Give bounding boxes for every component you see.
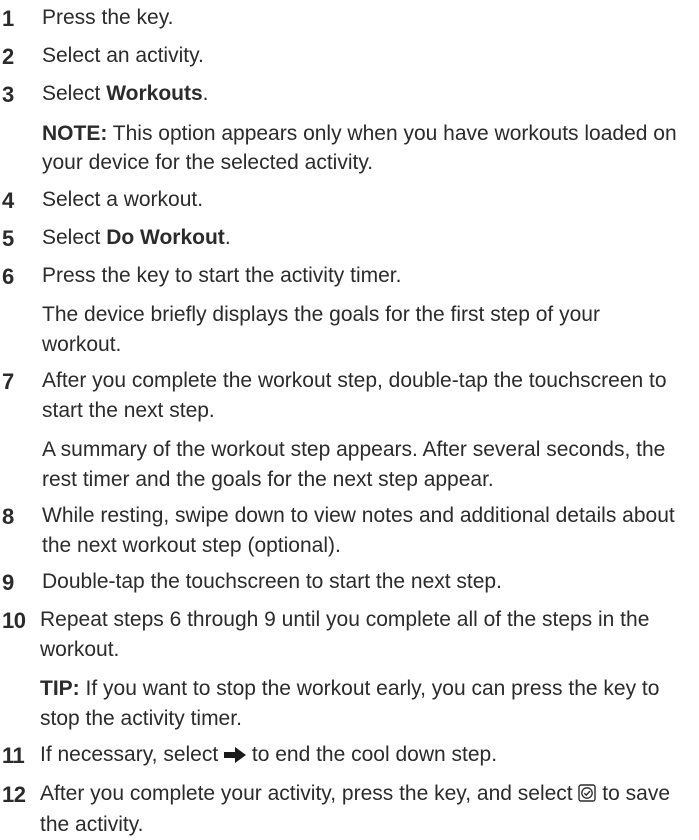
step-5: 5 Select Do Workout. bbox=[0, 223, 699, 254]
step-text: Press the key to start the activity time… bbox=[42, 263, 402, 287]
step-6: 6 Press the key to start the activity ti… bbox=[0, 261, 699, 360]
step-number: 10 bbox=[2, 608, 26, 633]
document-page: 1 Press the key. 2 Select an activity. 3… bbox=[0, 0, 699, 836]
step-text: Press the key. bbox=[42, 6, 174, 29]
step-text: Select a workout. bbox=[42, 187, 204, 211]
step-number: 12 bbox=[2, 781, 26, 807]
tip-label: TIP: bbox=[40, 677, 80, 700]
step-11: 11 If necessary, select to end the cool … bbox=[0, 740, 699, 772]
step-1: 1 Press the key. bbox=[0, 3, 699, 34]
tip-paragraph: TIP: If you want to stop the workout ear… bbox=[40, 677, 660, 730]
step-number: 1 bbox=[2, 6, 15, 31]
step-text: Repeat steps 6 through 9 until you compl… bbox=[40, 608, 650, 661]
step-number: 3 bbox=[2, 82, 15, 107]
step-text: While resting, swipe down to view notes … bbox=[42, 504, 675, 557]
step-detail: The device briefly displays the goals fo… bbox=[42, 303, 600, 356]
step-text: After you complete your activity, press … bbox=[40, 781, 671, 837]
step-number: 7 bbox=[2, 369, 15, 394]
step-text: If necessary, select to end the cool dow… bbox=[40, 740, 681, 772]
step-number: 11 bbox=[2, 743, 25, 768]
step-4: 4 Select a workout. bbox=[0, 185, 699, 216]
step-text: After you complete the workout step, dou… bbox=[42, 369, 667, 422]
step-number: 8 bbox=[2, 504, 15, 529]
step-detail: A summary of the workout step appears. A… bbox=[42, 438, 666, 491]
step-number: 6 bbox=[2, 263, 15, 289]
step-text: Select an activity. bbox=[42, 44, 204, 67]
step-number: 5 bbox=[2, 225, 15, 251]
note-paragraph: NOTE: This option appears only when you … bbox=[42, 121, 677, 175]
step-10: 10 Repeat steps 6 through 9 until you co… bbox=[0, 605, 699, 733]
step-8: 8 While resting, swipe down to view note… bbox=[0, 501, 699, 560]
note-label: NOTE: bbox=[42, 121, 108, 145]
step-9: 9 Double-tap the touchscreen to start th… bbox=[0, 567, 699, 598]
step-text: Double-tap the touchscreen to start the … bbox=[42, 570, 502, 593]
step-number: 4 bbox=[2, 187, 15, 213]
workout-steps-list: 1 Press the key. 2 Select an activity. 3… bbox=[0, 0, 699, 840]
step-number: 9 bbox=[2, 570, 15, 595]
right-arrow-icon bbox=[224, 742, 247, 772]
step-7: 7 After you complete the workout step, d… bbox=[0, 366, 699, 494]
step-number: 2 bbox=[2, 44, 15, 69]
workouts-option-label: Workouts bbox=[106, 82, 203, 105]
step-text: Select Do Workout. bbox=[42, 225, 231, 249]
step-2: 2 Select an activity. bbox=[0, 41, 699, 72]
step-12: 12 After you complete your activity, pre… bbox=[0, 779, 699, 840]
step-text: Select Workouts. bbox=[42, 82, 209, 105]
save-check-icon bbox=[578, 781, 597, 811]
do-workout-option-label: Do Workout bbox=[106, 225, 225, 249]
step-3: 3 Select Workouts. NOTE: This option app… bbox=[0, 79, 699, 178]
